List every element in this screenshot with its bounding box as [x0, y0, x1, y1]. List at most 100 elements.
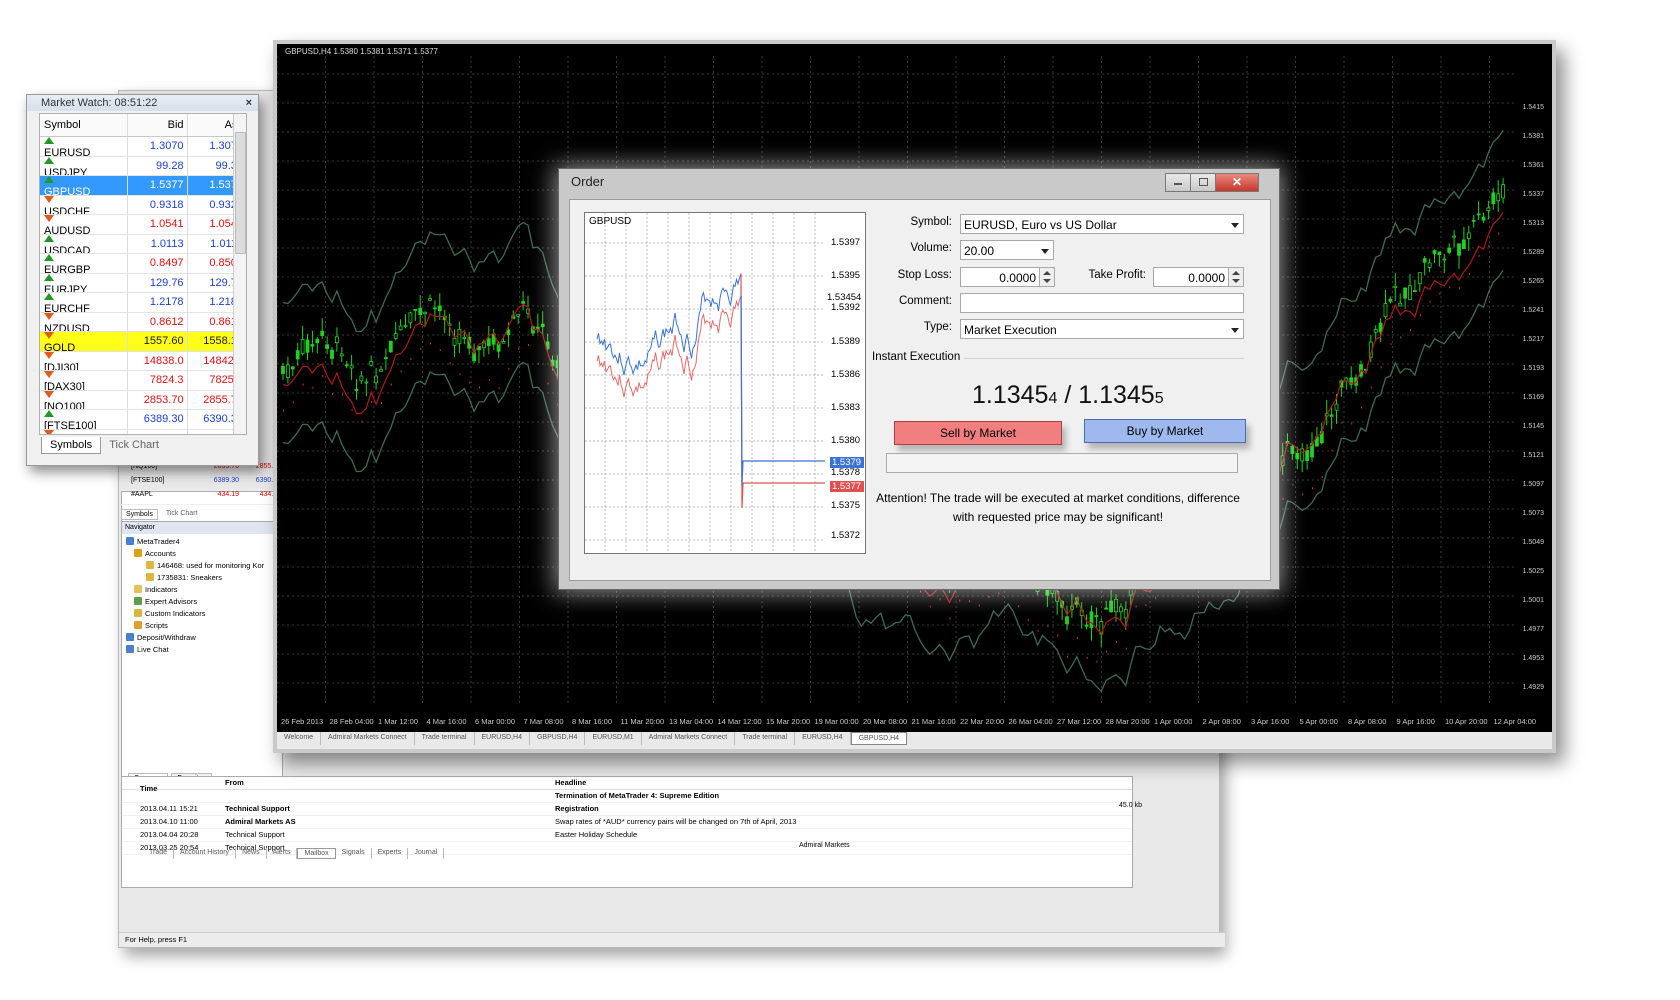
tab-alerts[interactable]: Alerts	[267, 848, 298, 859]
market-watch-row[interactable]: [FTSE100] 6389.30 6390.30	[40, 410, 246, 430]
tab-signals[interactable]: Signals	[336, 848, 372, 859]
market-watch-row[interactable]: EURGBP 0.8497 0.8501	[40, 254, 246, 274]
tab-symbols[interactable]: Symbols	[121, 509, 158, 520]
market-watch-row[interactable]: EURUSD 1.3070 1.3071	[40, 137, 246, 157]
market-watch-row[interactable]: #AAPL434.19434.37	[40, 429, 246, 434]
cell-from: Technical Support	[225, 830, 285, 839]
market-watch-row[interactable]: AUDUSD 1.0541 1.0542	[40, 215, 246, 235]
tab-account-history[interactable]: Account History	[174, 848, 237, 859]
nav-item-accounts[interactable]: Accounts	[126, 548, 278, 560]
col-from[interactable]: From	[225, 777, 555, 789]
bid: 434.19	[217, 491, 239, 498]
col-headline[interactable]: Headline	[555, 777, 1132, 789]
spinner-icon[interactable]	[1228, 268, 1243, 286]
market-watch-row[interactable]: [NQ100] 2853.70 2855.70	[40, 390, 246, 410]
take-profit-stepper[interactable]: 0.0000	[1153, 267, 1244, 287]
y-tick-label: 1.5415	[1522, 104, 1544, 111]
arrow-up-icon	[44, 234, 54, 242]
candle-body	[1084, 624, 1089, 627]
candle-body	[1393, 285, 1398, 289]
nav-item-account-2[interactable]: 1735831: Sneakers	[126, 572, 278, 584]
chart-tab[interactable]: EURUSD,H4	[475, 732, 530, 745]
market-watch-row[interactable]: GOLD 1557.60 1558.10	[40, 332, 246, 352]
candle-body	[1486, 207, 1491, 212]
chart-tab[interactable]: EURUSD,M1	[585, 732, 642, 745]
nav-item-deposit[interactable]: Deposit/Withdraw	[126, 632, 278, 644]
tab-journal[interactable]: Journal	[408, 848, 445, 859]
volume-select[interactable]: 20.00	[960, 240, 1054, 260]
bid-cell: 6389.30	[128, 410, 188, 429]
candle-body	[1094, 615, 1099, 618]
chart-tab[interactable]: Admiral Markets Connect	[642, 732, 736, 745]
market-watch-row[interactable]: USDJPY 99.28 99.30	[40, 156, 246, 176]
table-row[interactable]: Termination of MetaTrader 4: Supreme Edi…	[122, 790, 1132, 803]
col-time[interactable]: Time	[122, 777, 225, 793]
list-item[interactable]: #AAPL 434.19 434.37	[121, 491, 283, 505]
spinner-icon[interactable]	[1039, 268, 1054, 286]
tab-symbols[interactable]: Symbols	[41, 437, 102, 454]
market-watch-header: Symbol Bid Ask	[40, 114, 246, 137]
y-tick-label: 1.5049	[1522, 539, 1544, 546]
tab-news[interactable]: News	[236, 848, 267, 859]
chart-tab[interactable]: Welcome	[277, 732, 322, 745]
nav-item-live-chat[interactable]: Live Chat	[126, 644, 278, 656]
list-item[interactable]: [FTSE100] 6389.30 6390.30	[121, 477, 283, 491]
x-tick-label: 4 Mar 16:00	[426, 717, 467, 726]
scrollbar-thumb[interactable]	[235, 132, 246, 254]
tab-experts[interactable]: Experts	[372, 848, 409, 859]
nav-item-custom-indicators[interactable]: Custom Indicators	[126, 608, 278, 620]
sell-by-market-button[interactable]: Sell by Market	[894, 421, 1062, 445]
tab-tick-chart[interactable]: Tick Chart	[101, 437, 167, 454]
table-row[interactable]: 2013.04.11 15:21 Technical Support Registr…	[122, 803, 1132, 816]
buy-by-market-button[interactable]: Buy by Market	[1084, 419, 1246, 443]
chart-tab[interactable]: Trade terminal	[735, 732, 796, 745]
minimize-button[interactable]	[1165, 173, 1191, 192]
x-tick-label: 27 Mar 12:00	[1057, 717, 1102, 726]
market-watch-row[interactable]: GBPUSD 1.5377 1.5379	[40, 176, 246, 196]
chart-tab[interactable]: Trade terminal	[415, 732, 475, 745]
symbol-select[interactable]: EURUSD, Euro vs US Dollar	[960, 214, 1244, 234]
tick-chart-y-label: 1.5378	[831, 467, 861, 478]
type-select[interactable]: Market Execution	[960, 319, 1244, 339]
bid-cell: 0.9318	[128, 195, 188, 214]
deposit-icon	[126, 633, 134, 641]
col-symbol[interactable]: Symbol	[40, 114, 129, 136]
market-watch-row[interactable]: USDCHF 0.9318 0.9320	[40, 195, 246, 215]
nav-item-expert-advisors[interactable]: Expert Advisors	[126, 596, 278, 608]
table-row[interactable]: 2013.04.04 20:28 Technical Support Easter …	[122, 829, 1132, 842]
chart-tab[interactable]: GBPUSD,H4	[530, 732, 586, 745]
attention-line-2: with requested price may be significant!	[952, 510, 1164, 524]
scrollbar[interactable]	[233, 114, 246, 434]
candle-body	[1388, 298, 1393, 302]
price-quote: 1.13454 / 1.13455	[972, 381, 1164, 410]
market-watch-row[interactable]: EURJPY 129.76 129.79	[40, 273, 246, 293]
close-button[interactable]: ✕	[1215, 173, 1259, 192]
chart-tab[interactable]: EURUSD,H4	[795, 732, 851, 745]
nav-label: 1735831: Sneakers	[157, 573, 223, 582]
market-watch-row[interactable]: [DJI30] 14838.0 14842.0	[40, 351, 246, 371]
stop-loss-stepper[interactable]: 0.0000	[960, 267, 1055, 287]
tab-mailbox[interactable]: Mailbox	[297, 848, 336, 859]
chart-tab[interactable]: Admiral Markets Connect	[321, 732, 415, 745]
table-row[interactable]: 2013.04.10 11:00 Admiral Markets AS Swap r…	[122, 816, 1132, 829]
market-watch-row[interactable]: [DAX30] 7824.3 7825.3	[40, 371, 246, 391]
close-icon[interactable]: ×	[246, 95, 252, 111]
col-bid[interactable]: Bid	[128, 114, 188, 136]
market-watch-row[interactable]: USDCAD 1.0113 1.0116	[40, 234, 246, 254]
nav-item-metatrader[interactable]: MetaTrader4	[126, 536, 278, 548]
nav-item-indicators[interactable]: Indicators	[126, 584, 278, 596]
arrow-up-icon	[44, 410, 54, 417]
tick-chart-y-label: 1.5372	[831, 530, 861, 541]
take-profit-value: 0.0000	[1188, 271, 1225, 285]
comment-input[interactable]	[960, 293, 1244, 313]
tab-tick-chart[interactable]: Tick Chart	[162, 509, 202, 520]
market-watch-row[interactable]: EURCHF 1.2178 1.2182	[40, 293, 246, 313]
nav-item-account-1[interactable]: 146468: used for monitoring Kor	[126, 560, 278, 572]
nav-item-scripts[interactable]: Scripts	[126, 620, 278, 632]
candle-body	[432, 307, 437, 310]
chart-tab[interactable]: GBPUSD,H4	[850, 732, 908, 745]
tab-trade[interactable]: Trade	[143, 848, 175, 859]
candle-body	[1329, 414, 1334, 417]
maximize-button[interactable]	[1190, 173, 1216, 192]
market-watch-row[interactable]: NZDUSD 0.8612 0.8614	[40, 312, 246, 332]
